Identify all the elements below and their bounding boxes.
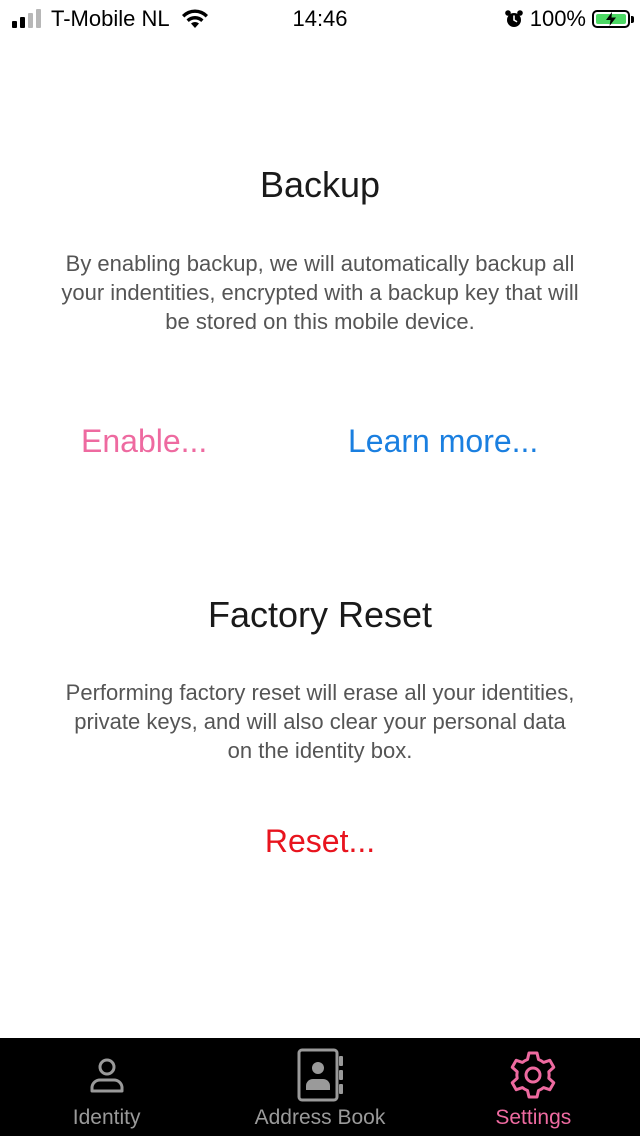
charging-bolt-icon bbox=[606, 12, 616, 26]
battery-percent: 100% bbox=[529, 6, 586, 31]
tab-identity[interactable]: Identity bbox=[0, 1038, 213, 1136]
address-book-icon bbox=[297, 1048, 343, 1102]
alarm-icon bbox=[504, 10, 523, 27]
battery-icon bbox=[592, 10, 634, 28]
person-icon bbox=[90, 1058, 124, 1093]
tab-bar: Identity Address Book Settings bbox=[0, 1038, 640, 1136]
tab-label-address-book: Address Book bbox=[254, 1106, 386, 1129]
status-right: 100% bbox=[504, 6, 634, 32]
factory-reset-description: Performing factory reset will erase all … bbox=[65, 680, 575, 763]
backup-description: By enabling backup, we will automaticall… bbox=[61, 251, 579, 334]
enable-backup-button[interactable]: Enable... bbox=[81, 423, 207, 460]
tab-address-book[interactable]: Address Book bbox=[213, 1038, 426, 1136]
learn-more-link[interactable]: Learn more... bbox=[348, 423, 538, 460]
status-bar: T-Mobile NL 14:46 100% bbox=[0, 0, 640, 40]
reset-button[interactable]: Reset... bbox=[0, 823, 640, 860]
factory-reset-title: Factory Reset bbox=[207, 594, 433, 635]
tab-label-identity: Identity bbox=[72, 1106, 141, 1129]
tab-settings[interactable]: Settings bbox=[427, 1038, 640, 1136]
settings-screen: T-Mobile NL 14:46 100% Backup By enablin… bbox=[0, 0, 640, 1136]
gear-icon bbox=[511, 1051, 556, 1099]
backup-title: Backup bbox=[259, 164, 381, 205]
tab-label-settings: Settings bbox=[495, 1106, 572, 1129]
